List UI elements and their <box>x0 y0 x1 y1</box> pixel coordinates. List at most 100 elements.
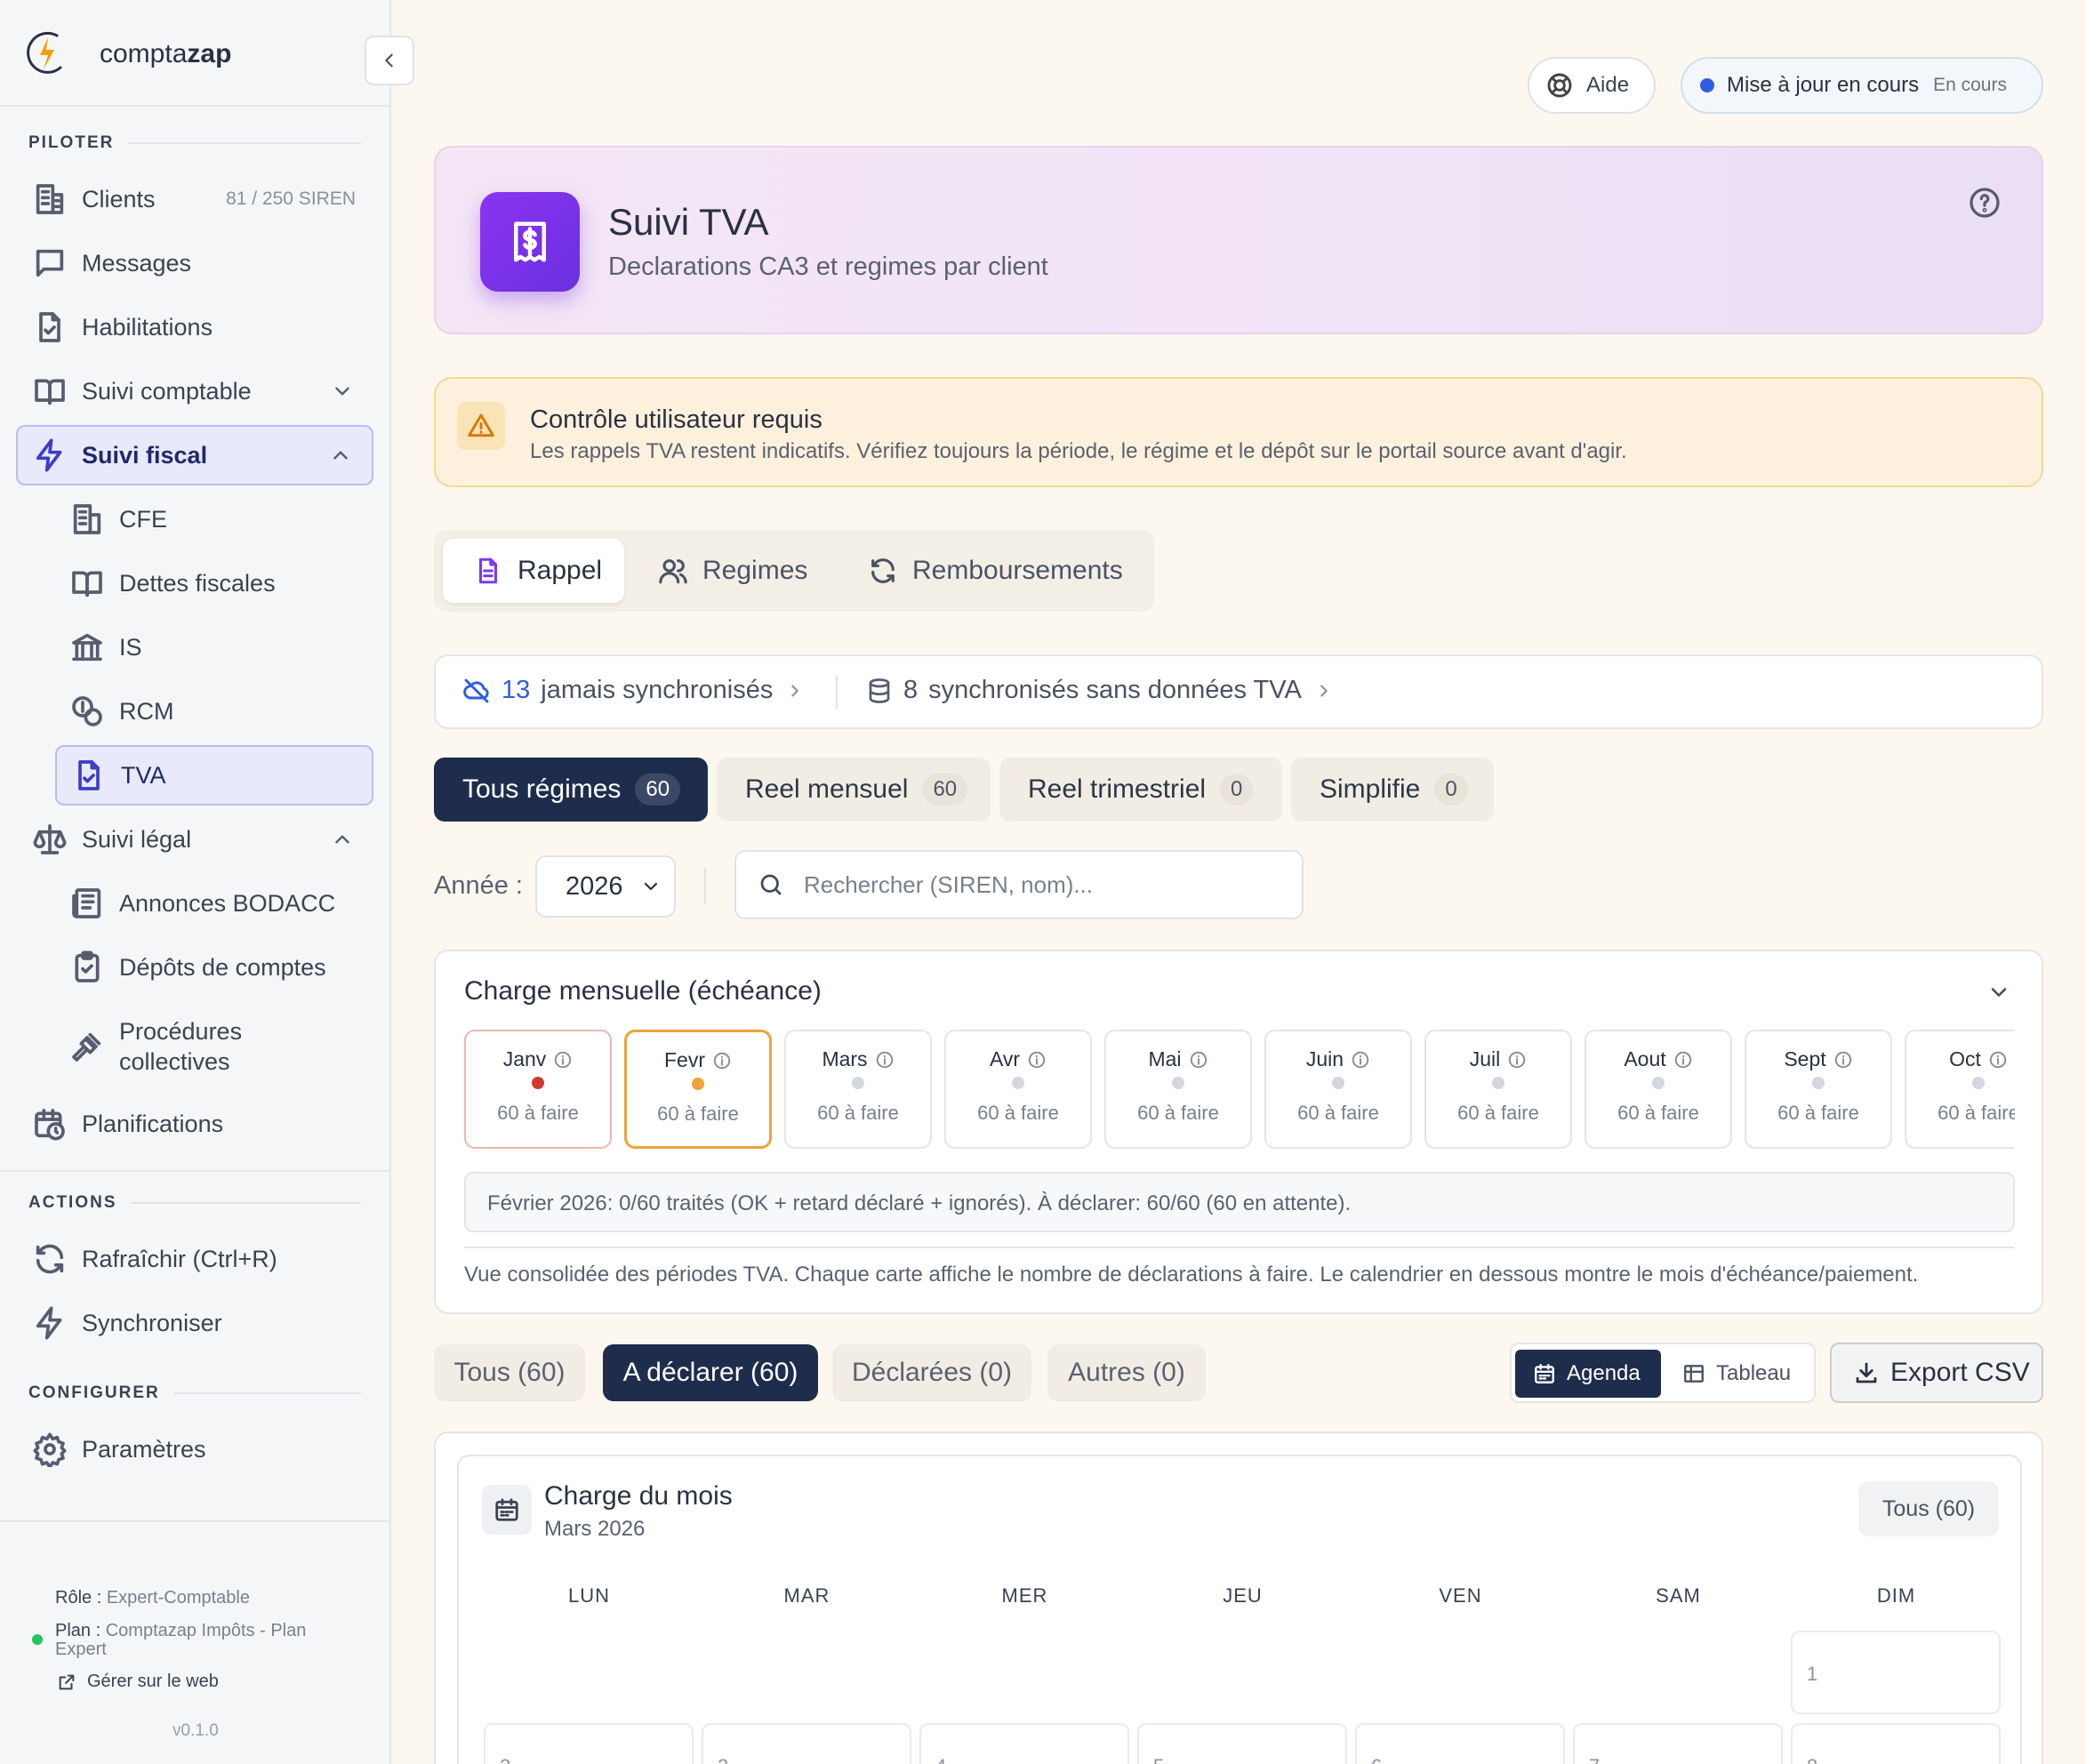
database-icon <box>869 678 890 703</box>
action-label: Synchroniser <box>82 1309 222 1336</box>
month-todo: 60 à faire <box>657 1102 739 1125</box>
month-card[interactable]: Avr 60 à faire <box>944 1030 1092 1149</box>
sidebar-item-clients[interactable]: Clients 81 / 250 SIREN <box>16 169 373 229</box>
manage-web-link[interactable]: Gérer sur le web <box>57 1672 219 1692</box>
search-input[interactable]: Rechercher (SIREN, nom)... <box>734 850 1304 919</box>
info-icon <box>1190 1051 1207 1068</box>
weekday-header: DIM <box>1876 1584 1916 1607</box>
refresh-button[interactable]: Rafraîchir (Ctrl+R) <box>16 1229 373 1289</box>
message-icon <box>36 249 64 277</box>
regime-chip-all[interactable]: Tous régimes 60 <box>434 758 708 822</box>
calendar-day[interactable]: 6 <box>1355 1723 1565 1764</box>
sidebar-item-tva[interactable]: TVA <box>55 745 373 806</box>
calendar-day[interactable]: 3 <box>702 1723 911 1764</box>
sidebar-item-depots-de-comptes[interactable]: Dépôts de comptes <box>55 937 373 998</box>
month-card[interactable]: Fevr 60 à faire <box>624 1030 772 1149</box>
month-card[interactable]: Janv 60 à faire <box>464 1030 612 1149</box>
help-label: Aide <box>1586 73 1630 97</box>
regime-chip-reel-trimestriel[interactable]: Reel trimestriel 0 <box>999 758 1282 822</box>
filter-declared[interactable]: Déclarées (0) <box>832 1344 1031 1401</box>
sidebar-item-label: Paramètres <box>82 1435 206 1463</box>
sidebar-item-habilitations[interactable]: Habilitations <box>16 297 373 357</box>
month-card[interactable]: Mai 60 à faire <box>1104 1030 1252 1149</box>
month-card[interactable]: Oct 60 à faire <box>1905 1030 2015 1149</box>
calendar-day[interactable]: 7 <box>1573 1723 1783 1764</box>
collapse-sidebar-button[interactable] <box>365 36 414 85</box>
regime-chip-reel-mensuel[interactable]: Reel mensuel 60 <box>717 758 991 822</box>
never-synced-link[interactable]: 13 jamais synchronisés <box>462 676 805 705</box>
bank-icon <box>72 633 102 662</box>
sidebar-item-suivi-comptable[interactable]: Suivi comptable <box>16 361 373 421</box>
update-status-pill[interactable]: Mise à jour en cours En cours <box>1681 57 2043 114</box>
chevron-down-icon[interactable] <box>1986 980 2011 1005</box>
month-status-dot <box>1652 1077 1665 1089</box>
month-todo: 60 à faire <box>497 1102 579 1124</box>
sidebar-item-planifications[interactable]: Planifications <box>16 1094 373 1154</box>
synchronize-button[interactable]: Synchroniser <box>16 1293 373 1353</box>
month-card[interactable]: Juin 60 à faire <box>1264 1030 1412 1149</box>
year-label: Année : <box>434 871 523 900</box>
calendar-day[interactable]: 2 <box>484 1723 694 1764</box>
sidebar-item-procedures-collectives[interactable]: Procédures collectives <box>55 1001 373 1092</box>
chevron-up-icon <box>333 451 348 460</box>
sidebar-item-annonces-bodacc[interactable]: Annonces BODACC <box>55 873 373 934</box>
filter-others[interactable]: Autres (0) <box>1047 1344 1206 1401</box>
sidebar-item-label: Suivi légal <box>82 825 192 853</box>
sidebar-item-suivi-fiscal[interactable]: Suivi fiscal <box>16 425 373 485</box>
sidebar-item-rcm[interactable]: RCM <box>55 681 373 742</box>
month-status-dot <box>1012 1077 1024 1089</box>
table-view-button[interactable]: Tableau <box>1665 1350 1810 1398</box>
newspaper-icon <box>72 888 101 918</box>
calendar-day[interactable]: 8 <box>1791 1723 2001 1764</box>
sidebar-item-dettes-fiscales[interactable]: Dettes fiscales <box>55 553 373 613</box>
calendar-icon <box>482 1485 532 1535</box>
sidebar-item-suivi-legal[interactable]: Suivi légal <box>16 809 373 870</box>
sync-status-bar: 13 jamais synchronisés 8 synchronisés sa… <box>434 654 2043 729</box>
chip-count: 60 <box>635 774 681 806</box>
plan-line: Plan : Comptazap Impôts - Plan Expert <box>55 1621 307 1659</box>
external-link-icon <box>59 1674 75 1689</box>
sidebar-item-label: Planifications <box>82 1110 224 1137</box>
scale-icon <box>33 824 67 854</box>
regime-chip-simplifie[interactable]: Simplifie 0 <box>1291 758 1494 822</box>
month-card[interactable]: Aout 60 à faire <box>1585 1030 1732 1149</box>
tab-regimes[interactable]: Regimes <box>658 539 809 603</box>
help-circle-icon[interactable] <box>1969 187 2001 219</box>
calendar-filter-badge[interactable]: Tous (60) <box>1858 1481 1999 1536</box>
help-button[interactable]: Aide <box>1528 57 1656 114</box>
sidebar-item-messages[interactable]: Messages <box>16 233 373 293</box>
document-icon <box>478 557 498 584</box>
calendar-day[interactable]: 1 <box>1791 1631 2001 1714</box>
filter-to-declare[interactable]: A déclarer (60) <box>603 1344 818 1401</box>
tab-remboursements[interactable]: Remboursements <box>868 539 1135 603</box>
month-card[interactable]: Sept 60 à faire <box>1745 1030 1892 1149</box>
page-title: Suivi TVA <box>608 201 769 243</box>
filter-all[interactable]: Tous (60) <box>434 1344 585 1401</box>
month-todo: 60 à faire <box>1938 1102 2015 1124</box>
sidebar-item-parametres[interactable]: Paramètres <box>16 1419 373 1479</box>
sidebar-item-label: Suivi comptable <box>82 377 252 405</box>
tab-label: Remboursements <box>912 556 1123 585</box>
clipboard-check-icon <box>75 950 100 982</box>
sidebar-item-is[interactable]: IS <box>55 617 373 678</box>
chevron-right-icon <box>1320 684 1328 697</box>
export-csv-button[interactable]: Export CSV <box>1830 1343 2043 1403</box>
calendar-day[interactable]: 5 <box>1137 1723 1347 1764</box>
agenda-view-button[interactable]: Agenda <box>1515 1350 1661 1398</box>
year-select[interactable]: 2026 <box>535 855 676 918</box>
page-subtitle: Declarations CA3 et regimes par client <box>608 253 1048 281</box>
chip-label: Tous régimes <box>462 774 622 804</box>
weekday-header: VEN <box>1439 1584 1482 1607</box>
tab-rappel[interactable]: Rappel <box>443 539 624 603</box>
month-card[interactable]: Juil 60 à faire <box>1424 1030 1572 1149</box>
info-icon <box>1674 1051 1691 1068</box>
tab-label: Regimes <box>702 556 808 585</box>
sidebar-item-cfe[interactable]: CFE <box>55 489 373 549</box>
brand-name: comptazap <box>100 39 232 68</box>
calendar-day[interactable]: 4 <box>919 1723 1129 1764</box>
file-check-icon <box>78 760 100 790</box>
no-vat-data-link[interactable]: 8 synchronisés sans données TVA <box>866 676 1334 705</box>
month-todo: 60 à faire <box>817 1102 899 1124</box>
chevron-down-icon <box>644 882 658 891</box>
month-card[interactable]: Mars 60 à faire <box>784 1030 932 1149</box>
